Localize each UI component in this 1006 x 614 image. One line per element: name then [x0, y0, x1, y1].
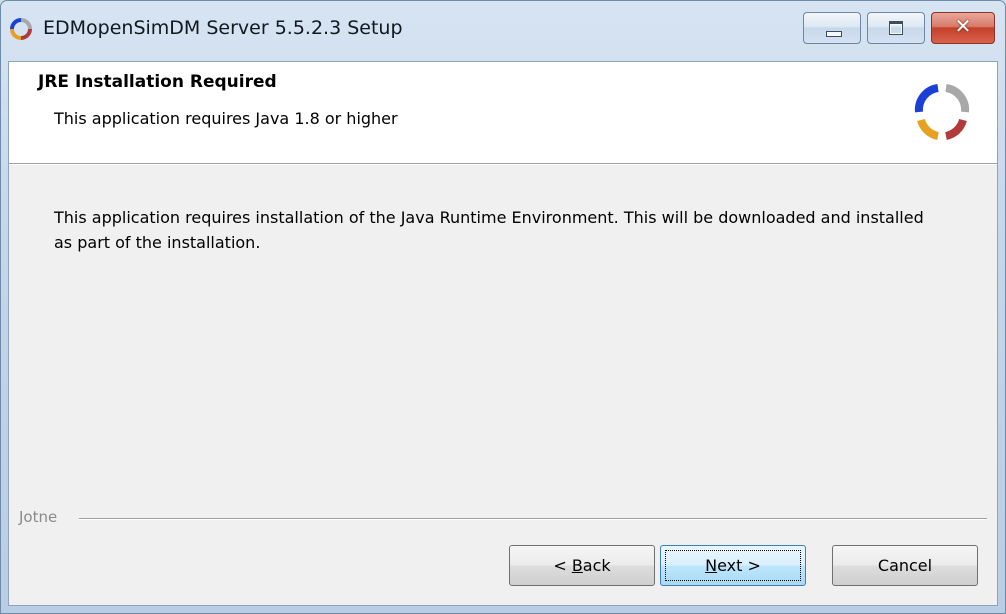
- divider-line: [79, 518, 987, 520]
- close-icon: ✕: [954, 14, 972, 38]
- header-panel: JRE Installation Required This applicati…: [9, 62, 997, 164]
- dialog-client-area: JRE Installation Required This applicati…: [8, 61, 998, 606]
- setup-logo-icon: [914, 84, 970, 140]
- page-title: JRE Installation Required: [38, 72, 277, 92]
- cancel-button[interactable]: Cancel: [832, 545, 978, 586]
- back-button[interactable]: < Back: [509, 545, 655, 586]
- next-button-label: ext >: [717, 556, 761, 575]
- requirement-message: This application requires installation o…: [54, 208, 924, 252]
- page-subtitle: This application requires Java 1.8 or hi…: [54, 109, 398, 128]
- back-button-accelerator: B: [571, 556, 583, 575]
- back-button-prefix: <: [553, 556, 572, 575]
- close-button[interactable]: ✕: [931, 12, 995, 44]
- installer-window: EDMopenSimDM Server 5.5.2.3 Setup ✕ JRE …: [0, 0, 1006, 614]
- caption-buttons: ✕: [803, 12, 995, 46]
- maximize-button[interactable]: [867, 12, 925, 44]
- maximize-icon: [889, 21, 903, 35]
- branding-divider: Jotne: [19, 508, 987, 530]
- setup-logo-icon: [10, 18, 32, 40]
- minimize-button[interactable]: [803, 12, 861, 44]
- minimize-icon: [826, 31, 842, 37]
- back-button-label: ack: [582, 556, 611, 575]
- next-button[interactable]: Next >: [660, 545, 806, 586]
- title-bar[interactable]: EDMopenSimDM Server 5.5.2.3 Setup ✕: [1, 1, 1005, 61]
- next-button-accelerator: N: [705, 556, 718, 575]
- branding-label: Jotne: [19, 508, 66, 526]
- window-title: EDMopenSimDM Server 5.5.2.3 Setup: [43, 17, 403, 39]
